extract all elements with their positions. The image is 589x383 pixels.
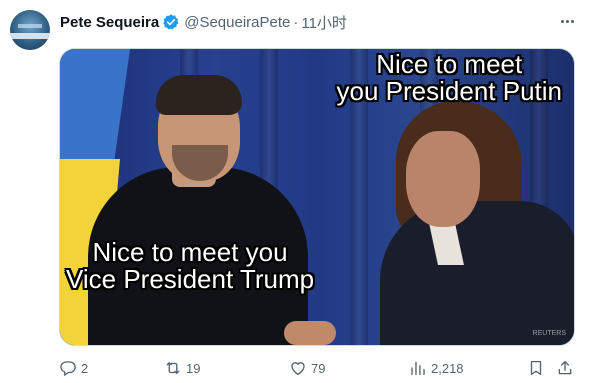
views-button[interactable]: 2,218	[409, 357, 464, 379]
tweet-image[interactable]: Nice to meet you President Putin Nice to…	[59, 48, 575, 346]
retweet-icon	[166, 362, 180, 374]
separator-dot: ·	[293, 13, 299, 31]
avatar-image-detail	[10, 33, 50, 39]
author-handle[interactable]: @SequeiraPete	[184, 14, 290, 31]
verified-badge-icon	[162, 13, 180, 31]
author-name[interactable]: Pete Sequeira	[60, 14, 159, 31]
reply-button[interactable]: 2	[59, 357, 88, 379]
views-count: 2,218	[431, 360, 464, 376]
avatar-image-detail	[18, 24, 42, 28]
woman-figure	[380, 201, 574, 345]
caption-top: Nice to meet you President Putin	[337, 51, 562, 104]
reply-icon	[60, 361, 76, 376]
retweet-button[interactable]: 19	[164, 357, 200, 379]
handshake	[284, 321, 336, 345]
like-button[interactable]: 79	[289, 357, 325, 379]
action-bar: 2 19 79 2,218	[59, 357, 575, 379]
watermark: REUTERS	[532, 330, 566, 337]
caption-top-line: you President Putin	[336, 75, 562, 106]
avatar[interactable]	[10, 10, 50, 50]
bookmark-icon	[530, 360, 542, 376]
more-icon[interactable]	[557, 12, 577, 30]
like-icon	[291, 362, 305, 376]
like-count: 79	[311, 360, 326, 376]
caption-bottom: Nice to meet you Vice President Trump	[66, 239, 314, 292]
caption-top-line: Nice to meet	[376, 49, 523, 79]
share-icon	[558, 360, 572, 375]
timestamp[interactable]: 11小时	[301, 12, 347, 33]
share-button[interactable]	[556, 357, 574, 379]
caption-bottom-line: Vice President Trump	[66, 263, 315, 294]
reply-count: 2	[81, 360, 89, 376]
views-icon	[411, 361, 425, 376]
bookmark-button[interactable]	[527, 357, 545, 379]
caption-bottom-line: Nice to meet you	[92, 237, 288, 267]
tweet-header: Pete Sequeira @SequeiraPete · 11小时	[60, 12, 347, 32]
retweet-count: 19	[186, 360, 201, 376]
woman-face	[406, 131, 480, 227]
man-hair	[156, 75, 242, 115]
